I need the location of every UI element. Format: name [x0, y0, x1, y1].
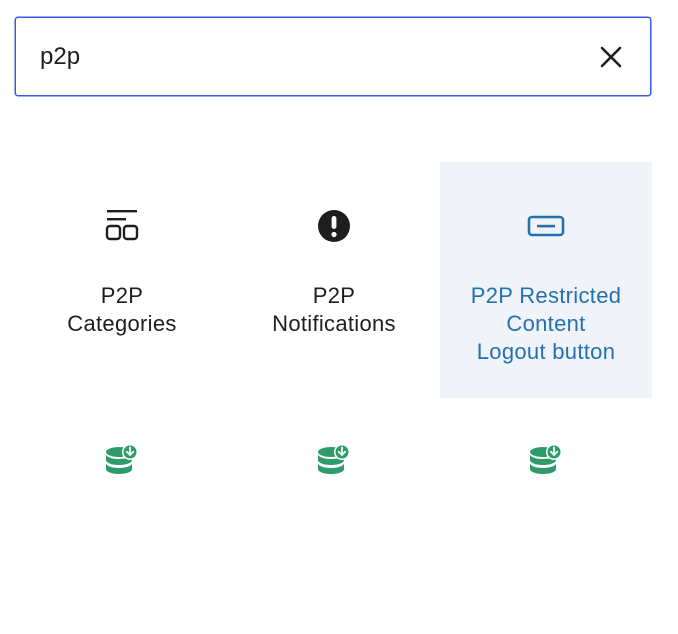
block-item-database-download[interactable]	[440, 398, 652, 634]
database-download-icon	[440, 444, 652, 480]
database-download-icon	[16, 444, 228, 480]
block-item-database-download[interactable]	[228, 398, 440, 634]
database-download-icon	[228, 444, 440, 480]
block-item-database-download[interactable]	[16, 398, 228, 634]
clear-search-button[interactable]	[594, 40, 628, 74]
block-search-field	[15, 17, 651, 96]
block-item-label: P2P Restricted Content Logout button	[470, 283, 622, 364]
close-icon	[600, 46, 622, 68]
button-icon	[440, 208, 652, 244]
warning-icon	[228, 208, 440, 244]
search-input[interactable]	[40, 18, 580, 95]
block-item-label: P2P Notifications	[272, 283, 396, 336]
block-item-p2p-notifications[interactable]: P2P Notifications	[228, 162, 440, 398]
block-item-p2p-restricted-content-logout-button[interactable]: P2P Restricted Content Logout button	[440, 162, 652, 398]
block-item-p2p-categories[interactable]: P2P Categories	[16, 162, 228, 398]
block-item-label: P2P Categories	[67, 283, 177, 336]
categories-icon	[16, 208, 228, 244]
